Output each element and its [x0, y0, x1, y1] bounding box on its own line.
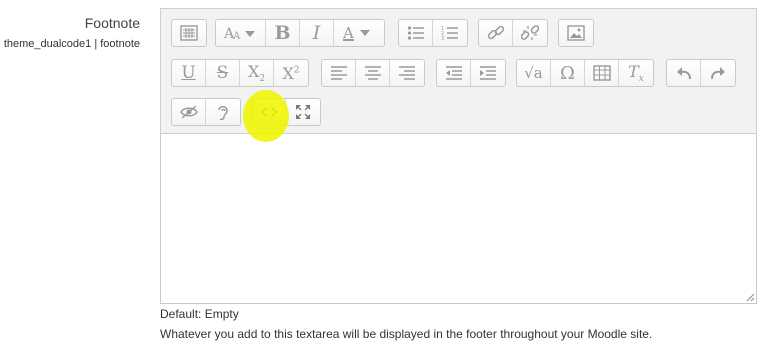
- toolbar-group-align: [321, 59, 425, 87]
- toolbar-group-collapse: [171, 19, 207, 47]
- table-icon[interactable]: [585, 60, 619, 86]
- numbered-list-icon[interactable]: 123: [433, 20, 467, 46]
- align-left-icon[interactable]: [322, 60, 356, 86]
- fullscreen-icon[interactable]: [286, 99, 320, 125]
- strikethrough-icon[interactable]: S: [206, 60, 240, 86]
- bulleted-list-icon[interactable]: [399, 20, 433, 46]
- italic-icon[interactable]: I: [300, 20, 334, 46]
- subscript-icon[interactable]: X2: [240, 60, 274, 86]
- special-character-icon[interactable]: Ω: [551, 60, 585, 86]
- setting-name: theme_dualcode1 | footnote: [3, 38, 140, 50]
- outdent-icon[interactable]: [437, 60, 471, 86]
- image-icon[interactable]: [559, 20, 593, 46]
- font-color-icon[interactable]: A: [334, 20, 384, 46]
- link-icon[interactable]: [479, 20, 513, 46]
- field-description: Whatever you add to this textarea will b…: [160, 327, 653, 341]
- accessibility-checker-icon[interactable]: [172, 99, 206, 125]
- toolbar-group-insert: √a Ω Tx: [516, 59, 654, 87]
- bold-icon[interactable]: B: [266, 20, 300, 46]
- redo-icon[interactable]: [701, 60, 735, 86]
- toolbar-group-style2: U S X2 X2: [171, 59, 309, 87]
- font-size-icon[interactable]: AA: [216, 20, 266, 46]
- field-title: Footnote: [84, 15, 140, 31]
- svg-text:3: 3: [441, 36, 444, 41]
- toolbar-group-style: AA B I A: [215, 19, 385, 47]
- superscript-icon[interactable]: X2: [274, 60, 308, 86]
- unlink-icon[interactable]: [513, 20, 547, 46]
- editor-toolbar: AA B I A 123 U S X2 X2 √a Ω Tx: [160, 8, 757, 134]
- toolbar-toggle-icon[interactable]: [172, 20, 206, 46]
- html-source-icon[interactable]: [252, 99, 286, 125]
- indent-icon[interactable]: [471, 60, 505, 86]
- clear-formatting-icon[interactable]: Tx: [619, 60, 653, 86]
- toolbar-group-other: [251, 98, 321, 126]
- toolbar-group-undo: [666, 59, 736, 87]
- underline-icon[interactable]: U: [172, 60, 206, 86]
- toolbar-group-indent: [436, 59, 506, 87]
- resize-grip-icon[interactable]: [746, 293, 755, 302]
- toolbar-group-list: 123: [398, 19, 468, 47]
- svg-text:A: A: [232, 31, 241, 41]
- default-info: Default: Empty: [160, 307, 239, 321]
- atto-editor: AA B I A 123 U S X2 X2 √a Ω Tx: [160, 8, 757, 304]
- align-right-icon[interactable]: [390, 60, 424, 86]
- toolbar-group-links: [478, 19, 548, 47]
- toolbar-group-accessibility: [171, 98, 241, 126]
- toolbar-group-files: [558, 19, 594, 47]
- screen-reader-helper-icon[interactable]: [206, 99, 240, 125]
- equation-icon[interactable]: √a: [517, 60, 551, 86]
- undo-icon[interactable]: [667, 60, 701, 86]
- align-center-icon[interactable]: [356, 60, 390, 86]
- footnote-textarea[interactable]: [160, 134, 757, 304]
